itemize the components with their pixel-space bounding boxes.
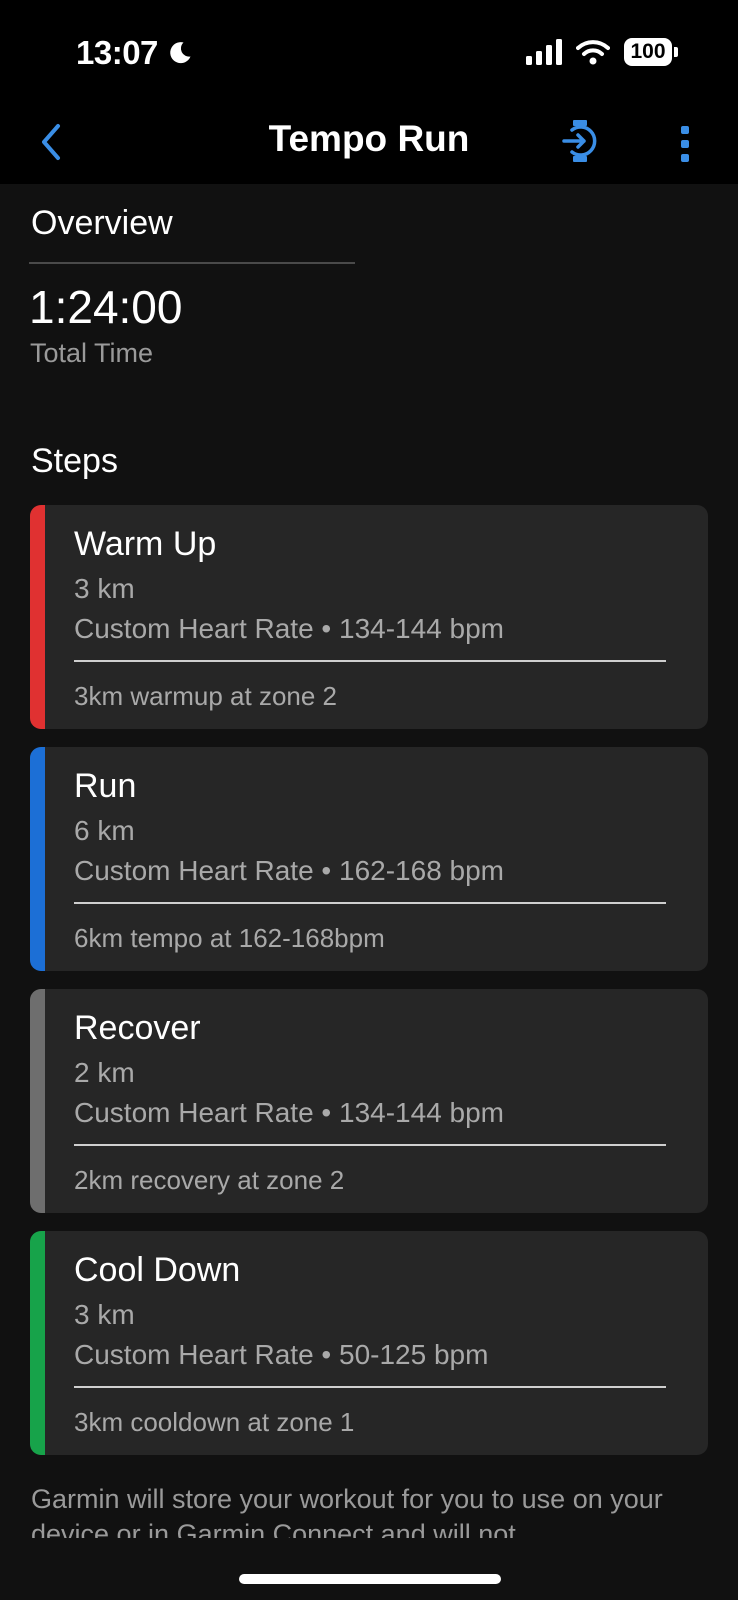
step-distance: 2 km <box>74 1057 135 1088</box>
overview-divider <box>29 262 355 264</box>
step-accent-bar <box>30 747 45 971</box>
step-card-run[interactable]: Run 6 km Custom Heart Rate • 162-168 bpm… <box>30 747 708 971</box>
step-card-cool-down[interactable]: Cool Down 3 km Custom Heart Rate • 50-12… <box>30 1231 708 1455</box>
step-divider <box>74 902 666 904</box>
status-time-text: 13:07 <box>76 34 158 71</box>
step-title: Run <box>74 767 137 805</box>
step-target: Custom Heart Rate • 134-144 bpm <box>74 1097 505 1128</box>
step-divider <box>74 1386 666 1388</box>
step-target: Custom Heart Rate • 50-125 bpm <box>74 1339 489 1370</box>
step-note: 3km warmup at zone 2 <box>74 681 338 711</box>
total-time-label: Total Time <box>30 338 154 368</box>
wifi-icon <box>576 40 610 65</box>
page-title: Tempo Run <box>268 118 470 159</box>
step-divider <box>74 660 666 662</box>
step-distance: 6 km <box>74 815 135 846</box>
battery-icon: 100 <box>624 38 678 66</box>
step-title: Warm Up <box>74 525 217 563</box>
footer-disclaimer: Garmin will store your workout for you t… <box>31 1484 663 1538</box>
screen: 13:07 100 Tempo Run Overview 1:24:00 Tot… <box>0 0 738 1600</box>
step-note: 3km cooldown at zone 1 <box>74 1407 355 1437</box>
moon-icon <box>170 42 191 64</box>
step-accent-bar <box>30 505 45 729</box>
step-note: 6km tempo at 162-168bpm <box>74 923 385 953</box>
home-indicator[interactable] <box>239 1574 501 1584</box>
battery-level: 100 <box>624 38 672 66</box>
step-title: Cool Down <box>74 1251 241 1289</box>
step-note: 2km recovery at zone 2 <box>74 1165 345 1195</box>
step-title: Recover <box>74 1009 201 1047</box>
battery-cap <box>674 47 678 57</box>
step-accent-bar <box>30 989 45 1213</box>
status-time: 13:07 <box>76 34 194 72</box>
step-distance: 3 km <box>74 1299 135 1330</box>
cellular-signal-icon <box>526 39 562 65</box>
step-target: Custom Heart Rate • 162-168 bpm <box>74 855 505 886</box>
step-distance: 3 km <box>74 573 135 604</box>
overview-heading: Overview <box>31 204 173 242</box>
steps-heading: Steps <box>31 442 118 480</box>
status-icons: 100 <box>526 38 678 66</box>
step-divider <box>74 1144 666 1146</box>
total-time-value: 1:24:00 <box>29 281 183 333</box>
top-bar: 13:07 100 Tempo Run <box>0 0 738 184</box>
step-card-warm-up[interactable]: Warm Up 3 km Custom Heart Rate • 134-144… <box>30 505 708 729</box>
step-card-recover[interactable]: Recover 2 km Custom Heart Rate • 134-144… <box>30 989 708 1213</box>
step-accent-bar <box>30 1231 45 1455</box>
send-to-device-icon[interactable] <box>560 118 604 164</box>
more-options-icon[interactable] <box>670 124 700 164</box>
step-target: Custom Heart Rate • 134-144 bpm <box>74 613 505 644</box>
